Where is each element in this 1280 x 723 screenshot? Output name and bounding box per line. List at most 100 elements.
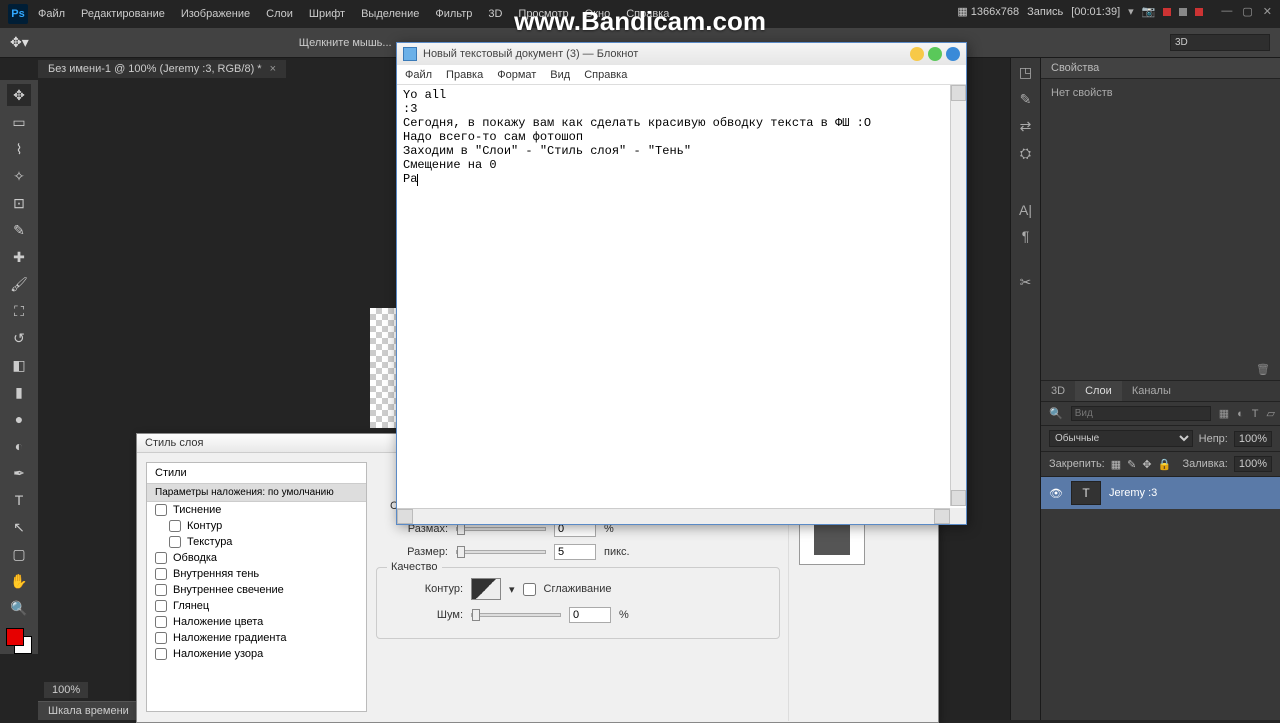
- scroll-up-icon[interactable]: [951, 85, 966, 101]
- lock-pos-icon[interactable]: ✥: [1142, 458, 1151, 471]
- np-menu-file[interactable]: Файл: [405, 69, 432, 81]
- stop-indicator-icon[interactable]: [1179, 8, 1187, 16]
- maximize-icon[interactable]: ▢: [1242, 5, 1252, 18]
- style-satin[interactable]: Глянец: [147, 598, 366, 614]
- np-menu-view[interactable]: Вид: [550, 69, 570, 81]
- close-icon[interactable]: ✕: [1263, 5, 1272, 18]
- gradient-tool[interactable]: ▮: [7, 381, 31, 403]
- coloroverlay-checkbox[interactable]: [155, 616, 167, 628]
- color-swatches[interactable]: [6, 628, 32, 654]
- menu-file[interactable]: Файл: [38, 8, 65, 20]
- size-input[interactable]: [554, 544, 596, 560]
- tab-close-icon[interactable]: ×: [270, 63, 276, 75]
- texture-checkbox[interactable]: [169, 536, 181, 548]
- wand-tool[interactable]: ✧: [7, 165, 31, 187]
- marquee-tool[interactable]: ▭: [7, 111, 31, 133]
- layer-item[interactable]: 👁 T Jeremy :3: [1041, 477, 1280, 509]
- style-color-overlay[interactable]: Наложение цвета: [147, 614, 366, 630]
- lock-trans-icon[interactable]: ▦: [1111, 458, 1121, 471]
- contour-checkbox[interactable]: [169, 520, 181, 532]
- history-icon[interactable]: ◳: [1019, 64, 1032, 81]
- style-bevel[interactable]: Тиснение: [147, 502, 366, 518]
- brush-preset-icon[interactable]: ✎: [1020, 91, 1032, 108]
- shape-tool[interactable]: ▢: [7, 543, 31, 565]
- foreground-color[interactable]: [6, 628, 24, 646]
- style-inner-shadow[interactable]: Внутренняя тень: [147, 566, 366, 582]
- zoom-tool[interactable]: 🔍: [7, 597, 31, 619]
- layer-thumbnail[interactable]: T: [1071, 481, 1101, 505]
- settings-icon[interactable]: ⛭: [1020, 145, 1031, 162]
- innershadow-checkbox[interactable]: [155, 568, 167, 580]
- lock-paint-icon[interactable]: ✎: [1127, 458, 1136, 471]
- scroll-right-icon[interactable]: [934, 509, 950, 524]
- stamp-tool[interactable]: ⛶: [7, 300, 31, 322]
- menu-edit[interactable]: Редактирование: [81, 8, 165, 20]
- lasso-tool[interactable]: ⌇: [7, 138, 31, 160]
- noise-input[interactable]: [569, 607, 611, 623]
- np-menu-format[interactable]: Формат: [497, 69, 536, 81]
- eyedropper-tool[interactable]: ✎: [7, 219, 31, 241]
- styles-header[interactable]: Стили: [147, 463, 366, 484]
- stroke-checkbox[interactable]: [155, 552, 167, 564]
- filter-img-icon[interactable]: ▦: [1219, 407, 1229, 420]
- style-inner-glow[interactable]: Внутреннее свечение: [147, 582, 366, 598]
- trash-icon[interactable]: 🗑: [1256, 363, 1270, 376]
- rec-dropdown-icon[interactable]: ▾: [1128, 5, 1134, 18]
- history-brush-tool[interactable]: ↺: [7, 327, 31, 349]
- notepad-hscrollbar[interactable]: [397, 508, 950, 524]
- notepad-vscrollbar[interactable]: [950, 85, 966, 506]
- paragraph-icon[interactable]: ¶: [1022, 228, 1030, 244]
- scroll-left-icon[interactable]: [397, 509, 413, 524]
- pen-tool[interactable]: ✒: [7, 462, 31, 484]
- layer-name[interactable]: Jeremy :3: [1109, 487, 1157, 499]
- brush-tool[interactable]: 🖌: [7, 273, 31, 295]
- satin-checkbox[interactable]: [155, 600, 167, 612]
- path-tool[interactable]: ↖: [7, 516, 31, 538]
- tab-3d[interactable]: 3D: [1041, 381, 1075, 401]
- swap-icon[interactable]: ⇄: [1020, 118, 1032, 135]
- blur-tool[interactable]: ●: [7, 408, 31, 430]
- style-contour[interactable]: Контур: [147, 518, 366, 534]
- notepad-textarea[interactable]: Yo all :3 Сегодня, в покажу вам как сдел…: [397, 85, 966, 505]
- contour-swatch[interactable]: [471, 578, 501, 600]
- char-icon[interactable]: A|: [1019, 202, 1032, 218]
- zoom-level[interactable]: 100%: [44, 682, 88, 698]
- style-stroke[interactable]: Обводка: [147, 550, 366, 566]
- antialias-checkbox[interactable]: [523, 583, 536, 596]
- gradientoverlay-checkbox[interactable]: [155, 632, 167, 644]
- tab-layers[interactable]: Слои: [1075, 381, 1122, 401]
- menu-layers[interactable]: Слои: [266, 8, 293, 20]
- lock-all-icon[interactable]: 🔒: [1158, 458, 1172, 471]
- dodge-tool[interactable]: ◐: [7, 435, 31, 457]
- blend-mode-select[interactable]: Обычные: [1049, 430, 1193, 447]
- menu-select[interactable]: Выделение: [361, 8, 419, 20]
- scissors-icon[interactable]: ✂: [1020, 274, 1032, 291]
- document-tab[interactable]: Без имени-1 @ 100% (Jeremy :3, RGB/8) * …: [38, 60, 286, 78]
- tab-channels[interactable]: Каналы: [1122, 381, 1181, 401]
- properties-header[interactable]: Свойства: [1041, 58, 1280, 79]
- search-icon[interactable]: 🔍: [1049, 407, 1063, 420]
- workspace-3d-input[interactable]: [1170, 34, 1270, 51]
- layer-filter-input[interactable]: [1071, 406, 1211, 421]
- innerglow-checkbox[interactable]: [155, 584, 167, 596]
- np-menu-edit[interactable]: Правка: [446, 69, 483, 81]
- noise-slider[interactable]: [471, 613, 561, 617]
- heal-tool[interactable]: ✚: [7, 246, 31, 268]
- contour-dropdown-icon[interactable]: ▾: [509, 583, 515, 596]
- blend-options[interactable]: Параметры наложения: по умолчанию: [147, 484, 366, 502]
- filter-shape-icon[interactable]: ▱: [1267, 407, 1275, 420]
- style-texture[interactable]: Текстура: [147, 534, 366, 550]
- style-pattern-overlay[interactable]: Наложение узора: [147, 646, 366, 662]
- opacity-value[interactable]: 100%: [1234, 431, 1272, 447]
- record-indicator-icon[interactable]: [1163, 8, 1171, 16]
- resize-grip[interactable]: [950, 508, 966, 524]
- np-maximize-icon[interactable]: [928, 47, 942, 61]
- style-gradient-overlay[interactable]: Наложение градиента: [147, 630, 366, 646]
- spread-slider[interactable]: [456, 527, 546, 531]
- fill-value[interactable]: 100%: [1234, 456, 1272, 472]
- filter-adj-icon[interactable]: ◐: [1237, 408, 1244, 420]
- menu-type[interactable]: Шрифт: [309, 8, 345, 20]
- bevel-checkbox[interactable]: [155, 504, 167, 516]
- menu-filter[interactable]: Фильтр: [435, 8, 472, 20]
- timeline-panel-tab[interactable]: Шкала времени: [38, 701, 139, 720]
